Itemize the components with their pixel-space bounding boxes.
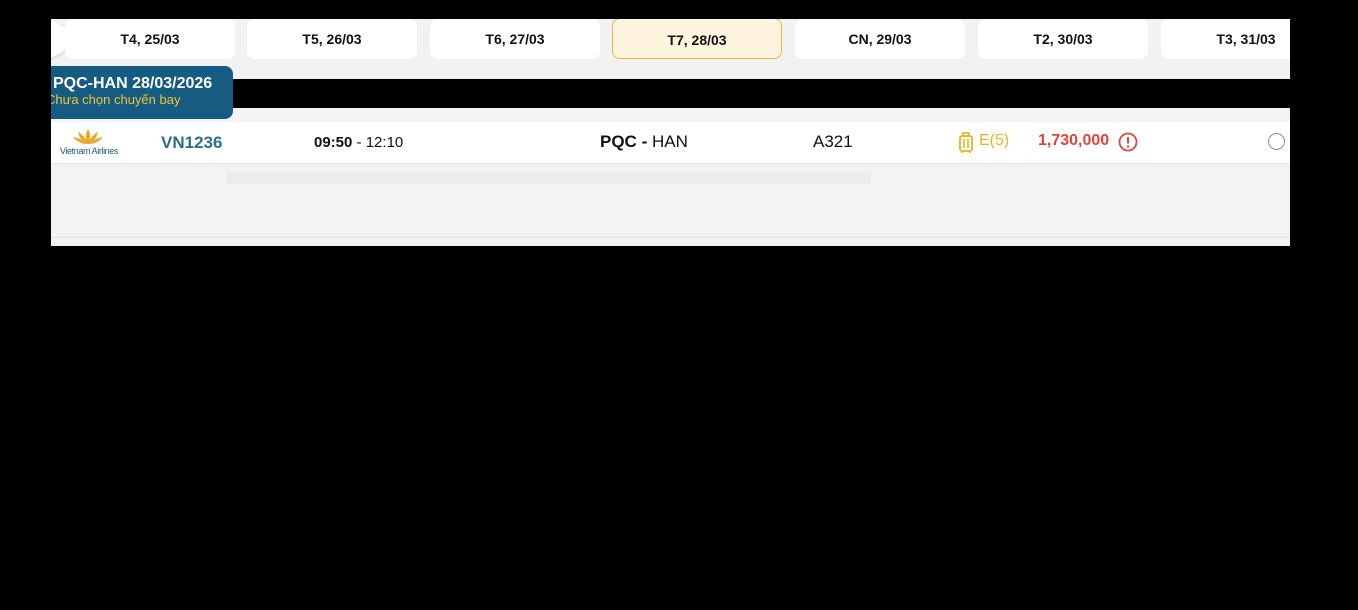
date-tab-label: T5, 26/03: [302, 31, 362, 47]
depart-time: 09:50: [314, 134, 353, 151]
lotus-logo-icon: [73, 129, 103, 144]
time-separator: -: [352, 134, 366, 151]
date-tab-label: T3, 31/03: [1216, 31, 1276, 47]
section-divider: [51, 79, 1290, 108]
aircraft-type: A321: [813, 132, 853, 151]
arrive-time: 12:10: [365, 134, 404, 151]
date-tab-30-03[interactable]: T2, 30/03: [978, 19, 1148, 59]
luggage-icon: [959, 132, 973, 153]
flight-search-panel: T4, 25/03 T5, 26/03 T6, 27/03 T7, 28/03 …: [51, 19, 1290, 246]
date-tab-label: T2, 30/03: [1033, 31, 1093, 47]
flight-list: Vietnam Airlines VN1236 09:50 - 12:10 PQ…: [51, 108, 1290, 246]
date-tab-27-03[interactable]: T6, 27/03: [430, 19, 600, 59]
loading-placeholder: [226, 172, 871, 184]
route-status: Chưa chọn chuyến bay: [51, 92, 181, 107]
airline-name: Vietnam Airlines: [60, 146, 118, 156]
select-flight-radio[interactable]: [1268, 133, 1285, 150]
date-tab-29-03[interactable]: CN, 29/03: [795, 19, 965, 59]
flight-time: 09:50 - 12:10: [314, 134, 403, 151]
date-tab-label: T4, 25/03: [120, 31, 180, 47]
date-tab-label: T6, 27/03: [485, 31, 545, 47]
origin-code: PQC: [600, 132, 637, 151]
fare-class: E(5): [979, 132, 1010, 149]
destination-code: HAN: [651, 132, 688, 151]
date-tab-25-03[interactable]: T4, 25/03: [65, 19, 235, 59]
route-separator: -: [636, 132, 652, 151]
route-badge: PQC-HAN 28/03/2026 Chưa chọn chuyến bay: [51, 66, 233, 119]
date-tab-31-03[interactable]: T3, 31/03: [1161, 19, 1290, 59]
fare-price: 1,730,000: [1038, 132, 1110, 149]
date-tab-label: CN, 29/03: [848, 31, 912, 47]
flight-route: PQC - HAN: [600, 132, 688, 152]
route-title: PQC-HAN 28/03/2026: [53, 75, 213, 92]
flight-number: VN1236: [161, 133, 223, 152]
flight-row[interactable]: Vietnam Airlines VN1236 09:50 - 12:10 PQ…: [51, 122, 1290, 164]
date-tab-label: T7, 28/03: [667, 32, 727, 48]
date-strip: T4, 25/03 T5, 26/03 T6, 27/03 T7, 28/03 …: [51, 19, 1290, 79]
date-tab-26-03[interactable]: T5, 26/03: [247, 19, 417, 59]
date-tab-28-03-selected[interactable]: T7, 28/03: [612, 19, 782, 59]
alert-circle-icon[interactable]: [1118, 132, 1138, 152]
airline-logo: Vietnam Airlines: [55, 127, 121, 159]
list-divider: [51, 237, 1290, 238]
